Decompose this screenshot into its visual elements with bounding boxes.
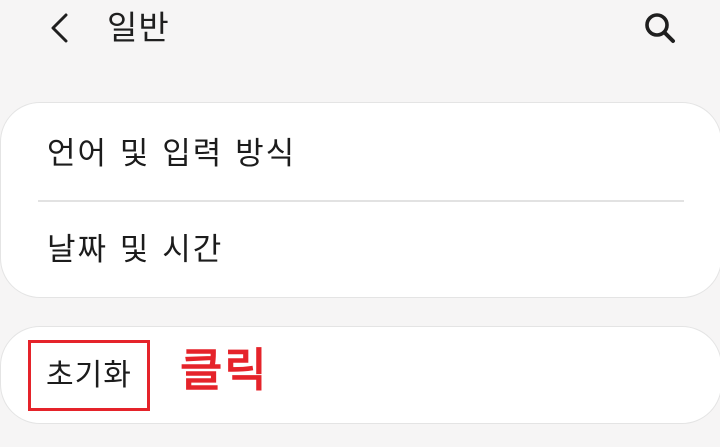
settings-card-general: 언어 및 입력 방식 날짜 및 시간 — [0, 102, 720, 298]
highlight-box — [28, 340, 150, 411]
search-icon — [645, 13, 675, 43]
menu-item-label: 날짜 및 시간 — [47, 232, 224, 268]
back-button[interactable] — [40, 6, 80, 50]
menu-item-date-time[interactable]: 날짜 및 시간 — [1, 201, 719, 297]
app-header: 일반 — [0, 0, 720, 60]
page-title: 일반 — [107, 8, 170, 47]
menu-item-label: 언어 및 입력 방식 — [47, 136, 297, 172]
search-button[interactable] — [638, 8, 682, 48]
click-annotation: 클릭 — [180, 343, 269, 397]
chevron-left-icon — [51, 13, 68, 43]
menu-item-language-input[interactable]: 언어 및 입력 방식 — [1, 103, 719, 199]
